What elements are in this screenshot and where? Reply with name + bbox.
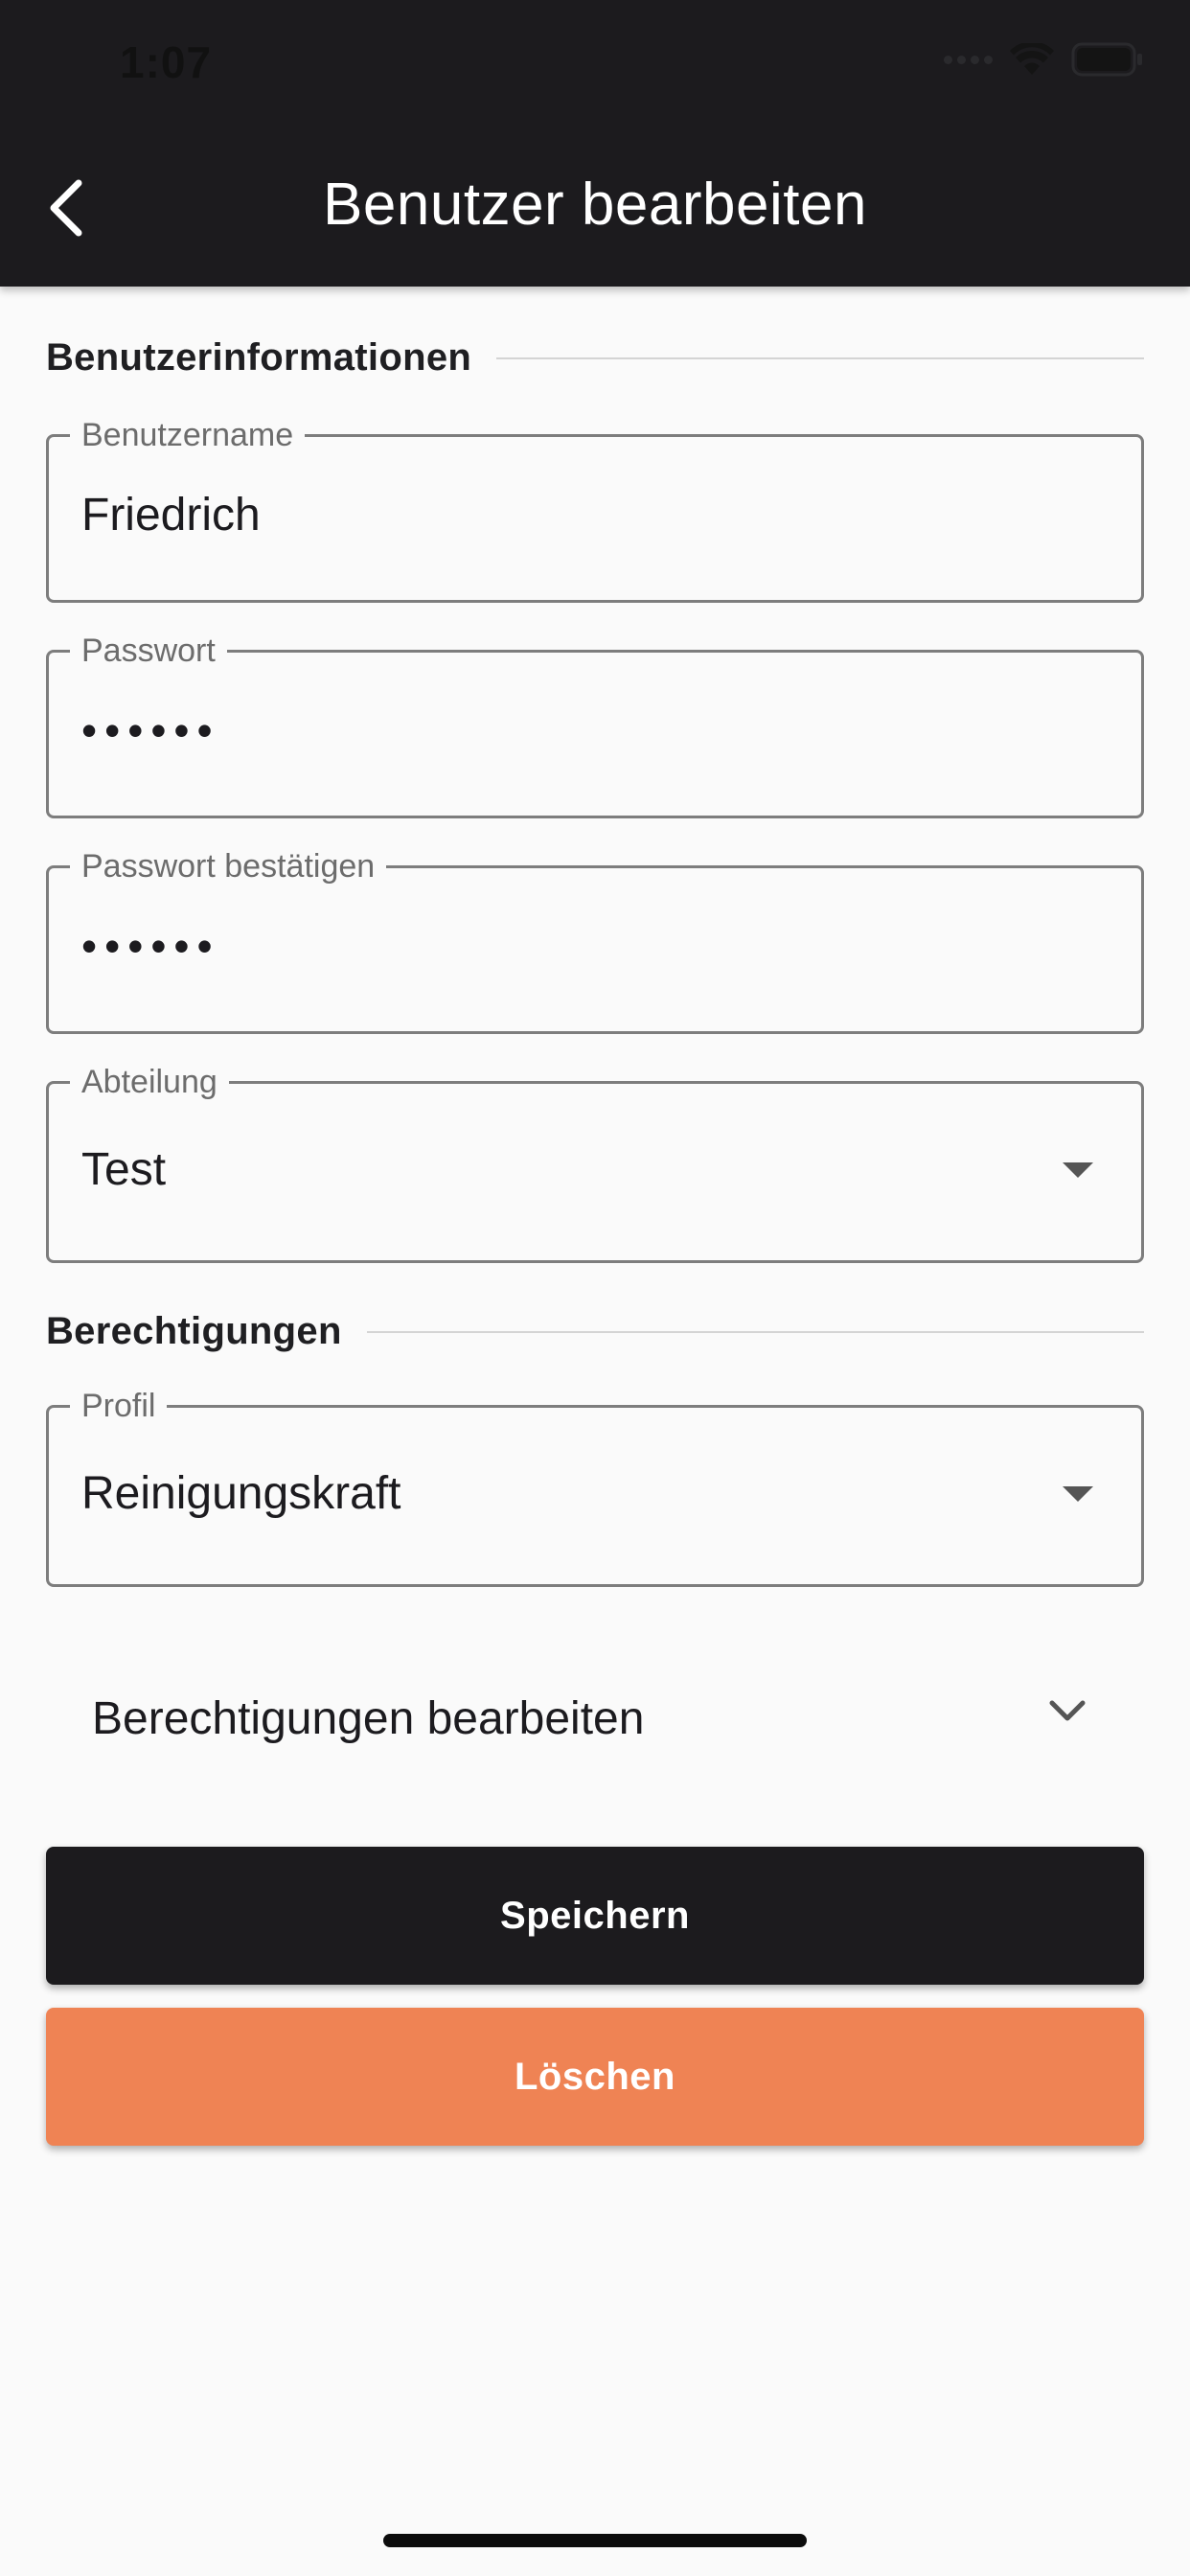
password-value: •••••• xyxy=(81,705,220,755)
section-title: Benutzerinformationen xyxy=(46,336,472,379)
section-header-permissions: Berechtigungen xyxy=(46,1310,1144,1353)
department-label: Abteilung xyxy=(70,1063,229,1101)
wifi-icon xyxy=(1010,43,1054,76)
status-time: 1:07 xyxy=(120,37,213,87)
password-confirm-label: Passwort bestätigen xyxy=(70,847,387,886)
dropdown-arrow-icon xyxy=(1063,1486,1093,1502)
page-title: Benutzer bearbeiten xyxy=(323,172,867,238)
username-field[interactable]: Benutzername Friedrich xyxy=(46,416,1144,603)
expansion-label: Berechtigungen bearbeiten xyxy=(92,1692,645,1744)
app-bar: 1:07 Benutzer bearbeiten xyxy=(0,0,1190,287)
department-value: Test xyxy=(81,1144,167,1195)
section-divider xyxy=(496,356,1144,359)
password-confirm-value: •••••• xyxy=(81,921,220,971)
dropdown-arrow-icon xyxy=(1063,1162,1093,1178)
section-title: Berechtigungen xyxy=(46,1310,342,1352)
username-value: Friedrich xyxy=(81,490,261,540)
profile-value: Reinigungskraft xyxy=(81,1468,401,1519)
password-confirm-field[interactable]: Passwort bestätigen •••••• xyxy=(46,847,1144,1034)
status-icons xyxy=(944,42,1144,77)
save-button[interactable]: Speichern xyxy=(46,1847,1144,1985)
edit-permissions-expansion[interactable]: Berechtigungen bearbeiten xyxy=(46,1661,1144,1776)
username-label: Benutzername xyxy=(70,416,306,454)
delete-button[interactable]: Löschen xyxy=(46,2008,1144,2146)
password-field[interactable]: Passwort •••••• xyxy=(46,632,1144,818)
signal-icon xyxy=(944,55,993,64)
home-indicator xyxy=(383,2534,807,2547)
chevron-down-icon xyxy=(1048,1699,1087,1729)
password-label: Passwort xyxy=(70,632,227,670)
battery-icon xyxy=(1071,42,1144,77)
section-divider xyxy=(366,1330,1144,1333)
section-header-user-info: Benutzerinformationen xyxy=(46,336,1144,380)
profile-dropdown[interactable]: Profil Reinigungskraft xyxy=(46,1387,1144,1587)
department-dropdown[interactable]: Abteilung Test xyxy=(46,1063,1144,1263)
profile-label: Profil xyxy=(70,1387,168,1425)
